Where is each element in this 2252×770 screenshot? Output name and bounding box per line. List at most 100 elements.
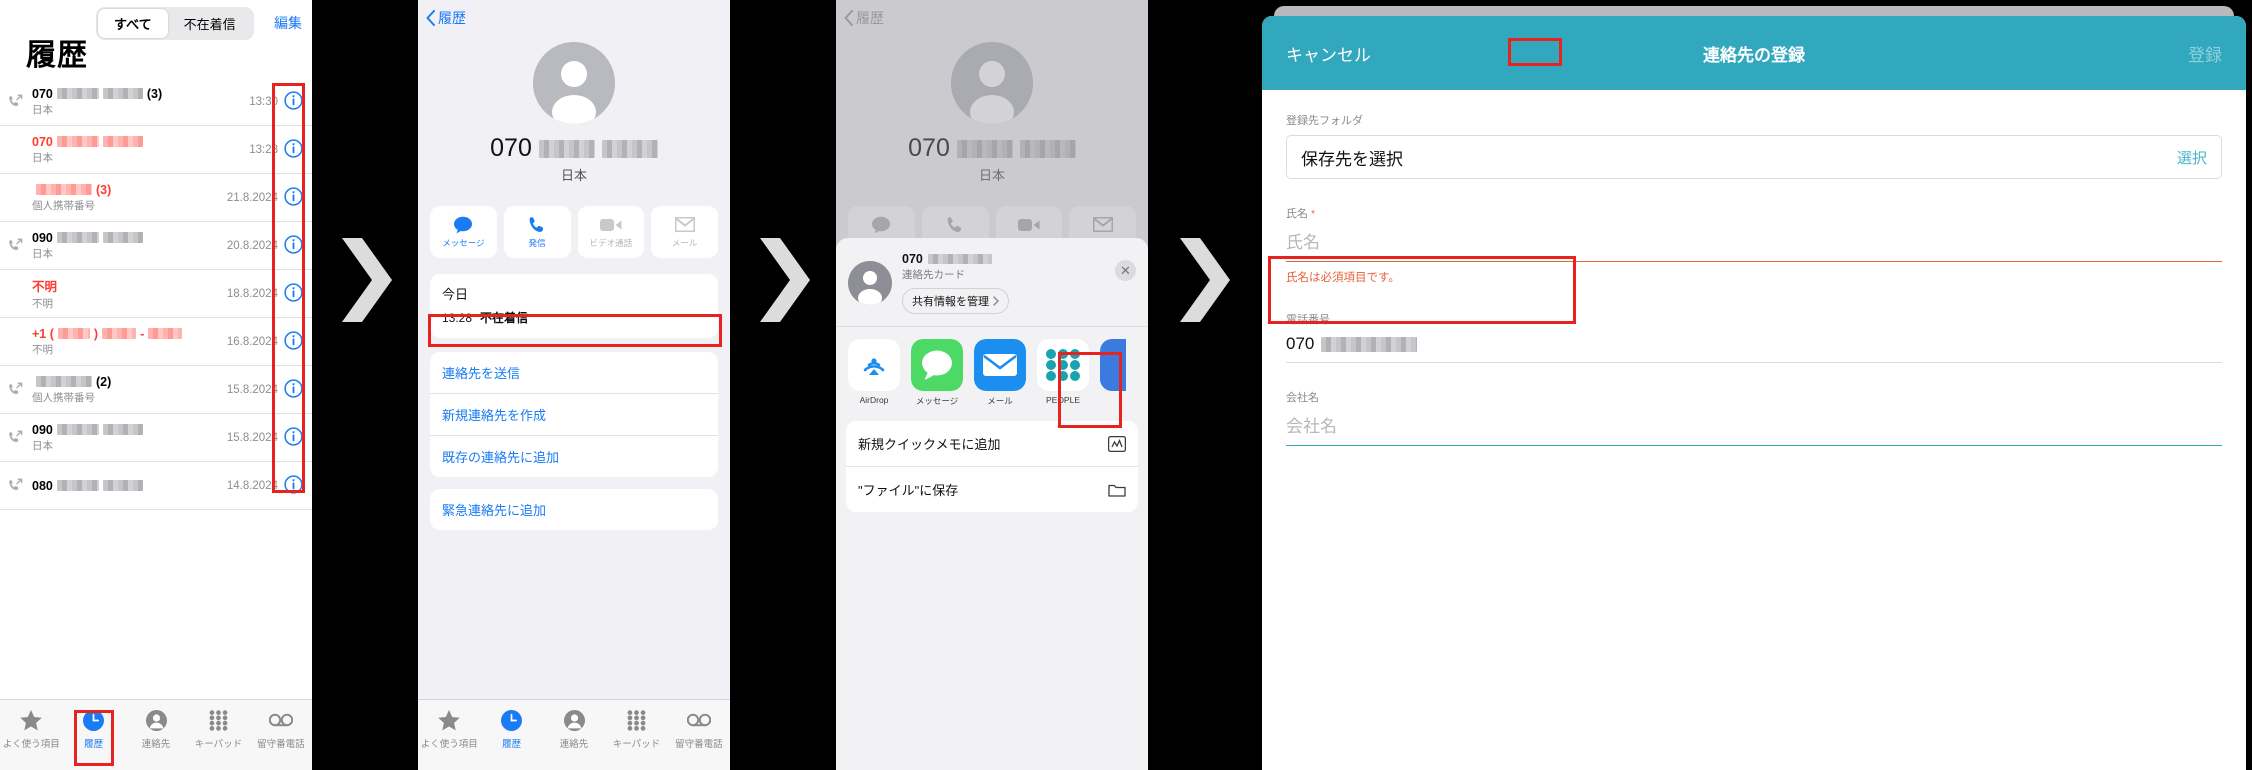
- tab-person[interactable]: 連絡先: [543, 706, 605, 750]
- tab-label: キーパッド: [612, 739, 661, 750]
- call-info: (2) 個人携帯番号: [32, 375, 227, 405]
- share-sheet-screen: 履歴 070 日本 メッセージ 発信 ビデオ通話 メール: [836, 0, 1148, 770]
- tab-person[interactable]: 連絡先: [125, 706, 187, 750]
- submit-button[interactable]: 登録: [2188, 41, 2222, 66]
- share-app-partial[interactable]: [1100, 339, 1126, 407]
- call-history-row[interactable]: 070 日本 13:28: [0, 126, 312, 174]
- info-icon[interactable]: [284, 474, 306, 497]
- segment-missed[interactable]: 不在着信: [168, 9, 252, 38]
- contact-action-row[interactable]: メッセージ 発信 ビデオ通話 メール: [418, 206, 730, 258]
- share-number-prefix: 070: [902, 252, 923, 266]
- share-action-item[interactable]: "ファイル"に保存: [846, 467, 1138, 512]
- info-icon[interactable]: [284, 330, 306, 353]
- cancel-button[interactable]: キャンセル: [1286, 41, 1371, 66]
- call-history-list[interactable]: 070 (3) 日本 13:30 070 日本 13:28 (3) 個人携帯番号: [0, 78, 312, 706]
- tab-bar[interactable]: よく使う項目 履歴 連絡先 キーパッド 留守番電話: [0, 699, 312, 770]
- folder-select-action[interactable]: 選択: [2177, 147, 2207, 168]
- call-count: (3): [96, 182, 112, 197]
- folder-icon: [1108, 482, 1126, 498]
- call-name: 070 (3): [32, 87, 249, 101]
- edit-button[interactable]: 編集: [274, 13, 302, 33]
- messages-app-icon: [911, 339, 963, 391]
- action-phone[interactable]: 発信: [503, 206, 571, 258]
- share-app[interactable]: PEOPLE: [1037, 339, 1089, 407]
- outgoing-call-icon: [8, 94, 32, 109]
- action-message[interactable]: メッセージ: [430, 206, 497, 258]
- contact-country: 日本: [560, 168, 587, 183]
- call-history-row[interactable]: 080 14.8.2024: [0, 462, 312, 510]
- info-icon[interactable]: [284, 426, 306, 449]
- option-item[interactable]: 新規連絡先を作成: [430, 394, 718, 436]
- option-item[interactable]: 既存の連絡先に追加: [430, 436, 718, 477]
- page-title: 履歴: [26, 39, 88, 72]
- tab-voicemail[interactable]: 留守番電話: [668, 706, 730, 750]
- phone-input[interactable]: 070: [1286, 334, 2222, 363]
- call-history-row[interactable]: +1 () - 不明 16.8.2024: [0, 318, 312, 366]
- outgoing-call-icon: [8, 430, 32, 445]
- tab-label: 留守番電話: [675, 739, 723, 750]
- tab-keypad[interactable]: キーパッド: [187, 706, 249, 750]
- share-app-label: PEOPLE: [1045, 395, 1081, 405]
- share-sheet: 070 連絡先カード 共有情報を管理 ✕ AirDrop メッセージ メール P…: [836, 238, 1148, 770]
- back-button[interactable]: 履歴: [426, 8, 466, 28]
- share-app[interactable]: メッセージ: [911, 339, 963, 407]
- action-label: 発信: [528, 238, 546, 248]
- registration-card: キャンセル 連絡先の登録 登録 登録先フォルダ 保存先を選択 選択 氏名 * 氏…: [1262, 16, 2246, 770]
- tab-star[interactable]: よく使う項目: [418, 706, 480, 750]
- info-icon[interactable]: [284, 378, 306, 401]
- info-icon[interactable]: [284, 90, 306, 113]
- call-filter-segmented-control[interactable]: すべて 不在着信: [96, 7, 254, 40]
- redacted-number-part: [1321, 336, 1418, 352]
- tab-clock[interactable]: 履歴: [62, 706, 124, 750]
- tab-label: 履歴: [84, 739, 104, 750]
- tab-star[interactable]: よく使う項目: [0, 706, 62, 750]
- contact-registration-screen: キャンセル 連絡先の登録 登録 登録先フォルダ 保存先を選択 選択 氏名 * 氏…: [1256, 0, 2252, 770]
- option-item[interactable]: 連絡先を送信: [430, 352, 718, 394]
- airdrop-icon: [848, 339, 900, 391]
- info-icon[interactable]: [284, 234, 306, 257]
- modal-title: 連絡先の登録: [1703, 45, 1805, 65]
- action-mail: メール: [651, 206, 718, 258]
- share-app-row[interactable]: AirDrop メッセージ メール PEOPLE: [836, 326, 1148, 421]
- call-number-prefix: 080: [32, 478, 53, 493]
- share-app[interactable]: AirDrop: [848, 339, 900, 407]
- folder-select[interactable]: 保存先を選択 選択: [1286, 135, 2222, 179]
- share-action-label: "ファイル"に保存: [858, 483, 959, 498]
- call-timestamp: 13:30: [249, 95, 278, 108]
- call-history-row[interactable]: 090 日本 15.8.2024: [0, 414, 312, 462]
- share-action-list[interactable]: 新規クイックメモに追加 "ファイル"に保存: [846, 421, 1138, 512]
- call-info: (3) 個人携帯番号: [32, 183, 227, 213]
- call-history-row[interactable]: 不明 不明 18.8.2024: [0, 270, 312, 318]
- info-icon[interactable]: [284, 138, 306, 161]
- tab-clock[interactable]: 履歴: [480, 706, 542, 750]
- tab-bar[interactable]: よく使う項目 履歴 連絡先 キーパッド 留守番電話: [418, 699, 730, 770]
- tab-keypad[interactable]: キーパッド: [605, 706, 667, 750]
- tab-voicemail[interactable]: 留守番電話: [250, 706, 312, 750]
- company-input[interactable]: 会社名: [1286, 412, 2222, 446]
- call-info: 090 日本: [32, 231, 227, 261]
- call-name: (2): [32, 375, 227, 389]
- clock-icon: [480, 706, 542, 734]
- info-icon[interactable]: [284, 282, 306, 305]
- call-history-row[interactable]: (3) 個人携帯番号 21.8.2024: [0, 174, 312, 222]
- call-name: 090: [32, 231, 227, 245]
- contact-options-group-1[interactable]: 連絡先を送信 新規連絡先を作成 既存の連絡先に追加: [430, 352, 718, 477]
- number-prefix: 070: [490, 134, 532, 162]
- option-item[interactable]: 緊急連絡先に追加: [430, 489, 718, 530]
- call-history-row[interactable]: 090 日本 20.8.2024: [0, 222, 312, 270]
- name-input[interactable]: 氏名: [1286, 228, 2222, 262]
- share-app[interactable]: メール: [974, 339, 1026, 407]
- manage-shared-info-button[interactable]: 共有情報を管理: [902, 288, 1009, 314]
- call-history-row[interactable]: 070 (3) 日本 13:30: [0, 78, 312, 126]
- share-action-item[interactable]: 新規クイックメモに追加: [846, 421, 1138, 467]
- contact-options-group-2[interactable]: 緊急連絡先に追加: [430, 489, 718, 530]
- segment-all[interactable]: すべて: [98, 9, 168, 38]
- info-icon[interactable]: [284, 186, 306, 209]
- registration-form: 登録先フォルダ 保存先を選択 選択 氏名 * 氏名 氏名は必須項目です。 電話番…: [1262, 90, 2246, 446]
- recent-type: 不在着信: [480, 311, 529, 325]
- close-icon[interactable]: ✕: [1115, 260, 1136, 281]
- call-timestamp: 14.8.2024: [226, 479, 278, 492]
- call-history-row[interactable]: (2) 個人携帯番号 15.8.2024: [0, 366, 312, 414]
- call-number-prefix: +1 (: [32, 326, 54, 341]
- call-direction-icon: [8, 430, 32, 445]
